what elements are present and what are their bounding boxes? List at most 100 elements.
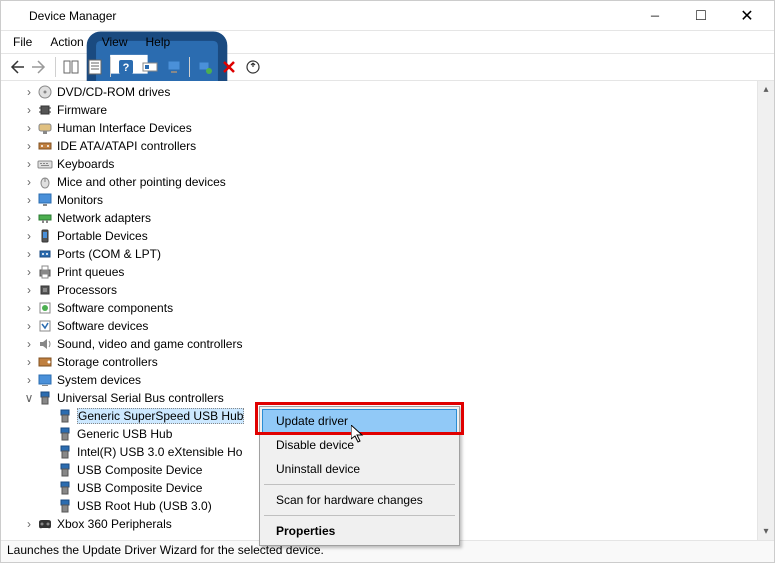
- expand-icon[interactable]: ›: [21, 247, 37, 261]
- usb-icon: [57, 426, 73, 442]
- hid-icon: [37, 120, 53, 136]
- expand-icon[interactable]: ›: [21, 229, 37, 243]
- monitor-icon: [37, 192, 53, 208]
- menu-view[interactable]: View: [94, 33, 136, 51]
- tree-item[interactable]: ›Ports (COM & LPT): [3, 245, 774, 263]
- context-menu: Update driver Disable device Uninstall d…: [259, 406, 460, 546]
- ctx-scan-hardware[interactable]: Scan for hardware changes: [262, 488, 457, 512]
- tree-item[interactable]: ›Software devices: [3, 317, 774, 335]
- ctx-separator: [264, 515, 455, 516]
- tree-item[interactable]: ›System devices: [3, 371, 774, 389]
- tree-item-label: Xbox 360 Peripherals: [57, 517, 172, 531]
- minimize-button[interactable]: –: [632, 2, 678, 30]
- tree-item-label: Firmware: [57, 103, 107, 117]
- scroll-up-button[interactable]: ▴: [758, 81, 774, 98]
- tree-item[interactable]: ›Storage controllers: [3, 353, 774, 371]
- keyboard-icon: [37, 156, 53, 172]
- toolbar-separator: [110, 57, 111, 77]
- toolbar-help-button[interactable]: [115, 56, 137, 78]
- expand-icon[interactable]: ›: [21, 319, 37, 333]
- usb-icon: [37, 390, 53, 406]
- port-icon: [37, 246, 53, 262]
- tree-item-label: Universal Serial Bus controllers: [57, 391, 224, 405]
- expand-icon[interactable]: ›: [21, 337, 37, 351]
- tree-item-label: Intel(R) USB 3.0 eXtensible Ho: [77, 445, 242, 459]
- tree-item[interactable]: › IDE ATA/ATAPI controllers: [3, 137, 774, 155]
- expand-icon[interactable]: ›: [21, 85, 37, 99]
- expand-icon[interactable]: ›: [21, 157, 37, 171]
- toolbar-uninstall-button[interactable]: [218, 56, 240, 78]
- tree-item[interactable]: › Sound, video and game controllers: [3, 335, 774, 353]
- menu-help[interactable]: Help: [138, 33, 179, 51]
- tree-item[interactable]: › Keyboards: [3, 155, 774, 173]
- menu-action[interactable]: Action: [42, 33, 91, 51]
- expand-icon[interactable]: ›: [21, 211, 37, 225]
- toolbar-back-button[interactable]: [5, 56, 27, 78]
- toolbar-properties-button[interactable]: [84, 56, 106, 78]
- ctx-uninstall-device[interactable]: Uninstall device: [262, 457, 457, 481]
- toolbar-action-button[interactable]: [139, 56, 161, 78]
- scroll-down-button[interactable]: ▾: [758, 523, 774, 540]
- swd-icon: [37, 318, 53, 334]
- expand-icon[interactable]: ›: [21, 265, 37, 279]
- tree-item-label: Network adapters: [57, 211, 151, 225]
- expand-icon[interactable]: ›: [21, 175, 37, 189]
- app-icon: [7, 8, 23, 24]
- tree-item-label: Print queues: [57, 265, 124, 279]
- tree-item[interactable]: ›Human Interface Devices: [3, 119, 774, 137]
- toolbar-forward-button[interactable]: [29, 56, 51, 78]
- tree-item-label: Processors: [57, 283, 117, 297]
- tree-item-label: USB Composite Device: [77, 463, 202, 477]
- menu-file[interactable]: File: [5, 33, 40, 51]
- tree-item[interactable]: ∨ Universal Serial Bus controllers: [3, 389, 774, 407]
- window-title: Device Manager: [29, 9, 116, 23]
- tree-item[interactable]: ›DVD/CD-ROM drives: [3, 83, 774, 101]
- close-button[interactable]: ✕: [724, 2, 770, 30]
- expand-icon[interactable]: ›: [21, 355, 37, 369]
- expand-icon[interactable]: ›: [21, 139, 37, 153]
- maximize-button[interactable]: □: [678, 2, 724, 30]
- tree-item[interactable]: › Processors: [3, 281, 774, 299]
- toolbar-computer-button[interactable]: [163, 56, 185, 78]
- ide-icon: [37, 138, 53, 154]
- toolbar-scan-button[interactable]: [194, 56, 216, 78]
- tree-item-label: Generic USB Hub: [77, 427, 172, 441]
- toolbar-separator: [189, 57, 190, 77]
- storage-icon: [37, 354, 53, 370]
- system-icon: [37, 372, 53, 388]
- expand-icon[interactable]: ›: [21, 103, 37, 117]
- usb-icon: [57, 480, 73, 496]
- expand-icon[interactable]: ›: [21, 301, 37, 315]
- collapse-icon[interactable]: ∨: [21, 391, 37, 405]
- menubar: File Action View Help: [1, 31, 774, 53]
- toolbar-showhide-button[interactable]: [60, 56, 82, 78]
- expand-icon[interactable]: ›: [21, 283, 37, 297]
- tree-item[interactable]: › Print queues: [3, 263, 774, 281]
- tree-item-label: IDE ATA/ATAPI controllers: [57, 139, 196, 153]
- tree-item-label: Software components: [57, 301, 173, 315]
- ctx-properties[interactable]: Properties: [262, 519, 457, 543]
- tree-item-label: Sound, video and game controllers: [57, 337, 242, 351]
- expand-icon[interactable]: ›: [21, 193, 37, 207]
- chip-icon: [37, 102, 53, 118]
- tree-item-label: Keyboards: [57, 157, 114, 171]
- toolbar-updatedriver-button[interactable]: [242, 56, 264, 78]
- usb-icon: [57, 444, 73, 460]
- tree-item-label: USB Composite Device: [77, 481, 202, 495]
- usb-icon: [57, 498, 73, 514]
- expand-icon[interactable]: ›: [21, 373, 37, 387]
- tree-item[interactable]: › Firmware: [3, 101, 774, 119]
- tree-item[interactable]: › Network adapters: [3, 209, 774, 227]
- tree-item[interactable]: › Mice and other pointing devices: [3, 173, 774, 191]
- expand-icon[interactable]: ›: [21, 517, 37, 531]
- tree-item[interactable]: ›Portable Devices: [3, 227, 774, 245]
- tree-item-label: Mice and other pointing devices: [57, 175, 226, 189]
- expand-icon[interactable]: ›: [21, 121, 37, 135]
- tree-item[interactable]: ›Monitors: [3, 191, 774, 209]
- ctx-disable-device[interactable]: Disable device: [262, 433, 457, 457]
- tree-item-label: USB Root Hub (USB 3.0): [77, 499, 212, 513]
- tree-item[interactable]: › Software components: [3, 299, 774, 317]
- usb-icon: [57, 408, 73, 424]
- ctx-update-driver[interactable]: Update driver: [262, 409, 457, 433]
- vertical-scrollbar[interactable]: ▴ ▾: [757, 81, 774, 540]
